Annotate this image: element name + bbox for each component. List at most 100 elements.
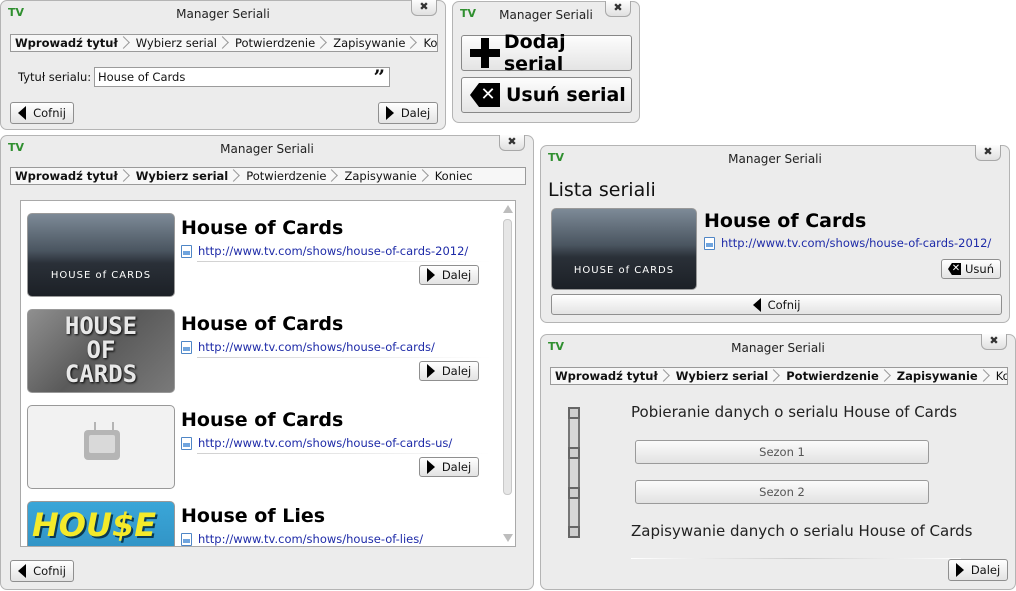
next-button[interactable]: Dalej	[419, 457, 479, 477]
chevron-right-icon	[220, 35, 227, 51]
series-link[interactable]: http://www.tv.com/shows/house-of-cards-u…	[181, 436, 452, 450]
chevron-right-icon	[231, 168, 238, 184]
series-title: House of Lies	[181, 505, 326, 527]
window-enter-title: TV Manager Seriali ✖ Wprowadź tytuł Wybi…	[0, 0, 446, 130]
plus-icon	[470, 38, 500, 68]
series-title: House of Cards	[181, 217, 344, 239]
list-heading: Lista seriali	[548, 179, 656, 201]
thumbnail-text: HOUSE of CARDS	[573, 265, 675, 276]
list-item[interactable]: HOUSE of CARDS House of Cards http://www…	[551, 202, 1001, 294]
document-icon	[181, 340, 192, 354]
series-thumbnail: HOUSE of CARDS	[551, 208, 697, 290]
step-finish: Koniec	[434, 169, 473, 183]
back-button[interactable]: Cofnij	[10, 102, 74, 124]
arrow-left-icon	[752, 297, 761, 312]
arrow-right-icon	[385, 106, 394, 120]
divider	[197, 261, 491, 262]
series-link[interactable]: http://www.tv.com/shows/house-of-cards-2…	[704, 236, 991, 250]
list-item[interactable]: HOUSE OF CARDS House of Cards http://www…	[27, 303, 497, 395]
chevron-right-icon	[121, 168, 128, 184]
series-link[interactable]: http://www.tv.com/shows/house-of-cards/	[181, 340, 435, 354]
next-button[interactable]: Dalej	[419, 361, 479, 381]
close-icon[interactable]: ✖	[605, 1, 631, 17]
thumbnail-text: HOUSE OF CARDS	[64, 312, 138, 388]
step-confirm: Potwierdzenie	[231, 35, 329, 51]
scrollbar[interactable]	[502, 203, 513, 544]
breadcrumb: Wprowadź tytuł Wybierz serial Potwierdze…	[10, 34, 438, 52]
delete-icon: ✕	[948, 263, 961, 275]
close-icon[interactable]: ✖	[411, 0, 437, 16]
list-item[interactable]: House of Cards http://www.tv.com/shows/h…	[27, 399, 497, 491]
step-saving: Zapisywanie	[340, 168, 430, 184]
list-item[interactable]: HOU$E House of Lies http://www.tv.com/sh…	[27, 495, 497, 546]
series-thumbnail	[27, 405, 175, 489]
back-button[interactable]: Cofnij	[10, 560, 74, 582]
series-thumbnail: HOUSE OF CARDS	[27, 309, 175, 393]
chevron-right-icon	[771, 368, 778, 384]
results-list[interactable]: HOUSE of CARDS House of Cards http://www…	[20, 200, 516, 547]
divider	[197, 453, 491, 454]
series-title: House of Cards	[181, 313, 344, 335]
step-choose-series: Wybierz serial	[132, 35, 231, 51]
scroll-up-icon[interactable]	[503, 205, 513, 213]
season-1-button[interactable]: Sezon 1	[635, 440, 929, 464]
document-icon	[181, 532, 192, 546]
close-icon[interactable]: ✖	[975, 145, 1001, 161]
tv-placeholder-icon	[84, 430, 120, 460]
remove-button[interactable]: ✕ Usuń	[941, 259, 1001, 279]
arrow-left-icon	[18, 564, 27, 578]
scroll-down-icon[interactable]	[503, 534, 513, 542]
thumbnail-text: HOUSE of CARDS	[50, 270, 152, 281]
arrow-left-icon	[18, 106, 27, 120]
chevron-right-icon	[121, 35, 128, 51]
series-thumbnail: HOU$E	[27, 501, 175, 546]
window-main-menu: TV Manager Seriali ✖ Dodaj serial ✕ Usuń …	[452, 1, 640, 123]
chevron-right-icon	[882, 368, 889, 384]
chevron-right-icon	[329, 168, 336, 184]
title-label: Tytuł serialu:	[18, 70, 92, 84]
quote-icon[interactable]: ”	[373, 65, 385, 89]
arrow-right-icon	[426, 364, 435, 378]
progress-node	[568, 526, 580, 538]
step-saving: Zapisywanie	[893, 368, 992, 384]
save-status: Zapisywanie danych o serialu House of Ca…	[631, 522, 973, 540]
divider	[631, 558, 961, 559]
step-choose-series: Wybierz serial	[672, 368, 782, 384]
close-icon[interactable]: ✖	[981, 334, 1007, 350]
chevron-right-icon	[420, 168, 427, 184]
breadcrumb: Wprowadź tytuł Wybierz serial Potwierdze…	[550, 367, 1008, 385]
chevron-right-icon	[661, 368, 668, 384]
series-title: House of Cards	[704, 210, 867, 232]
add-series-button[interactable]: Dodaj serial	[461, 31, 632, 75]
step-enter-title: Wprowadź tytuł	[551, 368, 672, 384]
series-link[interactable]: http://www.tv.com/shows/house-of-cards-2…	[181, 244, 468, 258]
thumbnail-text: HOU$E	[32, 506, 157, 544]
next-button[interactable]: Dalej	[378, 102, 438, 124]
title-input[interactable]: House of Cards ”	[94, 65, 390, 89]
close-icon[interactable]: ✖	[499, 135, 525, 151]
season-2-button[interactable]: Sezon 2	[635, 480, 929, 504]
next-button[interactable]: Dalej	[419, 265, 479, 285]
window-title: Manager Seriali	[731, 341, 825, 355]
progress-node	[568, 487, 580, 499]
chevron-right-icon	[318, 35, 325, 51]
window-title: Manager Seriali	[176, 7, 270, 21]
progress-node	[568, 407, 580, 419]
window-series-list: TV Manager Seriali ✖ Lista seriali HOUSE…	[540, 145, 1010, 323]
series-thumbnail: HOUSE of CARDS	[27, 213, 175, 297]
progress-node	[568, 447, 580, 459]
back-button[interactable]: Cofnij	[551, 294, 1002, 315]
title-input-value: House of Cards	[98, 70, 186, 84]
download-status: Pobieranie danych o serialu House of Car…	[631, 403, 958, 421]
step-confirm: Potwierdzenie	[242, 168, 340, 184]
next-button[interactable]: Dalej	[948, 559, 1008, 581]
window-saving: TV Manager Seriali ✖ Wprowadź tytuł Wybi…	[540, 334, 1016, 590]
list-item[interactable]: HOUSE of CARDS House of Cards http://www…	[27, 207, 497, 299]
step-saving: Zapisywanie	[329, 35, 419, 51]
series-link[interactable]: http://www.tv.com/shows/house-of-lies/	[181, 532, 423, 546]
divider	[197, 357, 491, 358]
remove-series-button[interactable]: ✕ Usuń serial	[461, 77, 632, 113]
chevron-right-icon	[981, 368, 988, 384]
scrollbar-thumb[interactable]	[503, 219, 512, 495]
progress-line	[568, 409, 580, 537]
